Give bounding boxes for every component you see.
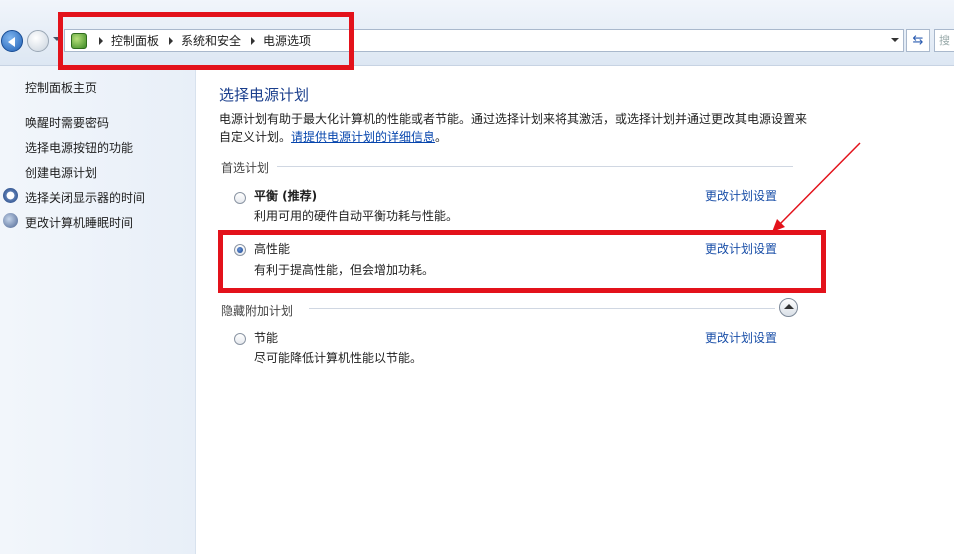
- annotation-arrow-icon: [772, 142, 861, 232]
